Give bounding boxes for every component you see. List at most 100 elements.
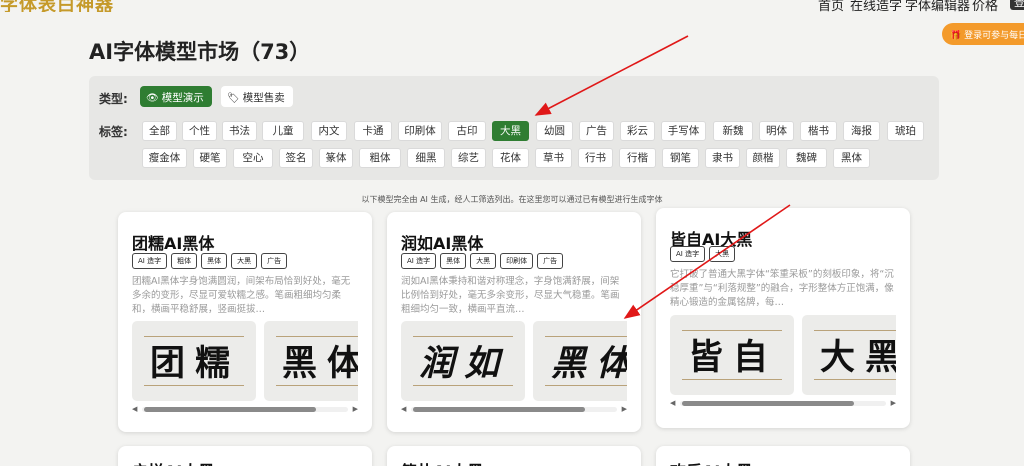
tag-chip[interactable]: 草书 bbox=[535, 148, 572, 168]
scroll-left-icon[interactable]: ◀ bbox=[132, 405, 137, 413]
type-model-demo[interactable]: 👁 模型演示 bbox=[140, 86, 212, 107]
tag-chip[interactable]: 明体 bbox=[759, 121, 794, 141]
card-badges: AI 造字 大黑 bbox=[670, 246, 739, 262]
card-title[interactable]: 欢乐AI大黑 bbox=[670, 458, 752, 466]
tag-chip[interactable]: 行楷 bbox=[619, 148, 656, 168]
divider bbox=[413, 385, 513, 386]
eye-icon: 👁 bbox=[146, 93, 159, 104]
card-title[interactable]: 润如AI黑体 bbox=[401, 230, 483, 254]
tag-chip[interactable]: 儿童 bbox=[262, 121, 304, 141]
type-model-sale[interactable]: 🏷 模型售卖 bbox=[221, 86, 293, 107]
scroll-left-icon[interactable]: ◀ bbox=[670, 399, 675, 407]
model-card-next-2[interactable]: 简朴AI大黑 bbox=[387, 446, 641, 466]
scroll-right-icon[interactable]: ▶ bbox=[353, 405, 358, 413]
card-badge: 黑体 bbox=[201, 253, 228, 269]
tag-chip[interactable]: 卡通 bbox=[354, 121, 392, 141]
tag-label: 标签: bbox=[99, 125, 128, 139]
preview-strip[interactable]: 皆自 大黑 bbox=[670, 315, 896, 395]
tag-chip[interactable]: 楷书 bbox=[800, 121, 837, 141]
tag-chip[interactable]: 书法 bbox=[222, 121, 257, 141]
preview-image[interactable]: 皆自 bbox=[670, 315, 794, 395]
tag-chip[interactable]: 篆体 bbox=[319, 148, 353, 168]
tag-chip[interactable]: 瘦金体 bbox=[142, 148, 187, 168]
tag-chip[interactable]: 琥珀 bbox=[887, 121, 924, 141]
preview-scrollbar[interactable]: ◀ ▶ bbox=[670, 398, 896, 408]
card-title[interactable]: 启悦AI大黑 bbox=[132, 458, 214, 466]
card-badge: AI 造字 bbox=[132, 253, 168, 269]
model-card-runru[interactable]: 润如AI黑体 AI 造字 黑体 大黑 印刷体 广告 润如AI黑体秉持和谐对称理念，字身饱… bbox=[387, 212, 641, 432]
tag-chip[interactable]: 广告 bbox=[579, 121, 614, 141]
tag-chip[interactable]: 魏碑 bbox=[786, 148, 827, 168]
card-badge: 广告 bbox=[261, 253, 288, 269]
tag-chip[interactable]: 手写体 bbox=[661, 121, 706, 141]
divider bbox=[682, 379, 782, 380]
card-description: 润如AI黑体秉持和谐对称理念，字身饱满舒展，间架比例恰到好处，毫无多余变形，尽显… bbox=[401, 276, 620, 315]
card-description: 它打破了普通大黑字体“笨重呆板”的刻板印象，将“沉稳厚重”与“利落规整”的融合，… bbox=[670, 269, 894, 308]
model-card-tuannuo[interactable]: 团糯AI黑体 AI 造字 粗体 黑体 大黑 广告 团糯AI黑体字身饱满圆润，间架布局恰到… bbox=[118, 212, 372, 432]
tag-chip[interactable]: 大黑 bbox=[492, 121, 529, 141]
preview-image[interactable]: 黑体 bbox=[533, 321, 627, 401]
divider bbox=[276, 385, 358, 386]
card-title[interactable]: 简朴AI大黑 bbox=[401, 458, 483, 466]
promo-badge[interactable]: 🎁 登录可参与每日 bbox=[942, 23, 1024, 45]
card-title[interactable]: 团糯AI黑体 bbox=[132, 230, 214, 254]
scroll-right-icon[interactable]: ▶ bbox=[891, 399, 896, 407]
tag-chip[interactable]: 印刷体 bbox=[398, 121, 442, 141]
scroll-thumb[interactable] bbox=[413, 407, 585, 412]
tag-chip[interactable]: 颜楷 bbox=[746, 148, 780, 168]
model-card-jieziai[interactable]: 皆自AI大黑 AI 造字 大黑 它打破了普通大黑字体“笨重呆板”的刻板印象，将“沉… bbox=[656, 208, 910, 428]
preview-scrollbar[interactable]: ◀ ▶ bbox=[401, 404, 627, 414]
preview-image[interactable]: 大黑 bbox=[802, 315, 896, 395]
model-card-next-3[interactable]: 欢乐AI大黑 bbox=[656, 446, 910, 466]
card-badge: 大黑 bbox=[231, 253, 258, 269]
tag-chip[interactable]: 空心 bbox=[233, 148, 273, 168]
divider bbox=[276, 336, 358, 337]
tag-chip[interactable]: 花体 bbox=[492, 148, 529, 168]
type-model-sale-label: 模型售卖 bbox=[242, 92, 285, 104]
card-badge: 印刷体 bbox=[500, 253, 534, 269]
tag-chip[interactable]: 签名 bbox=[279, 148, 313, 168]
tag-chip[interactable]: 综艺 bbox=[451, 148, 486, 168]
tag-chip[interactable]: 细黑 bbox=[407, 148, 445, 168]
login-button[interactable]: 登录 bbox=[1010, 0, 1024, 10]
card-badges: AI 造字 粗体 黑体 大黑 广告 bbox=[132, 253, 291, 269]
tag-chip[interactable]: 隶书 bbox=[705, 148, 740, 168]
divider bbox=[144, 385, 244, 386]
divider bbox=[814, 379, 896, 380]
model-card-next-1[interactable]: 启悦AI大黑 bbox=[118, 446, 372, 466]
tag-chip[interactable]: 粗体 bbox=[359, 148, 401, 168]
nav-online-create[interactable]: 在线造字 bbox=[850, 0, 902, 12]
preview-glyphs: 皆自 bbox=[688, 338, 779, 378]
promo-text: 登录可参与每日 bbox=[964, 31, 1024, 41]
preview-strip[interactable]: 团糯 黑体 bbox=[132, 321, 358, 401]
tag-chip[interactable]: 古印 bbox=[448, 121, 486, 141]
preview-strip[interactable]: 润如 黑体 bbox=[401, 321, 627, 401]
tag-chip[interactable]: 海报 bbox=[843, 121, 880, 141]
preview-image[interactable]: 团糯 bbox=[132, 321, 256, 401]
tag-chip[interactable]: 硬笔 bbox=[193, 148, 227, 168]
site-logo[interactable]: 字体表白神器 bbox=[0, 0, 114, 12]
tag-chip[interactable]: 幼圆 bbox=[536, 121, 573, 141]
tag-icon: 🏷 bbox=[227, 93, 240, 104]
preview-image[interactable]: 黑体 bbox=[264, 321, 358, 401]
preview-glyphs: 润如 bbox=[419, 344, 510, 384]
nav-font-editor[interactable]: 字体编辑器 bbox=[905, 0, 970, 12]
card-badge: 大黑 bbox=[470, 253, 497, 269]
preview-scrollbar[interactable]: ◀ ▶ bbox=[132, 404, 358, 414]
tag-chip[interactable]: 行书 bbox=[578, 148, 613, 168]
preview-image[interactable]: 润如 bbox=[401, 321, 525, 401]
nav-home[interactable]: 首页 bbox=[818, 0, 844, 12]
tag-chip[interactable]: 黑体 bbox=[833, 148, 870, 168]
preview-glyphs: 黑体 bbox=[282, 344, 358, 384]
scroll-thumb[interactable] bbox=[144, 407, 316, 412]
tag-chip[interactable]: 内文 bbox=[311, 121, 347, 141]
scroll-left-icon[interactable]: ◀ bbox=[401, 405, 406, 413]
scroll-right-icon[interactable]: ▶ bbox=[622, 405, 627, 413]
tag-chip[interactable]: 新魏 bbox=[713, 121, 753, 141]
tag-chip[interactable]: 全部 bbox=[142, 121, 177, 141]
scroll-thumb[interactable] bbox=[682, 401, 854, 406]
tag-chip[interactable]: 钢笔 bbox=[662, 148, 699, 168]
nav-pricing[interactable]: 价格 bbox=[972, 0, 998, 12]
tag-chip[interactable]: 个性 bbox=[182, 121, 217, 141]
tag-chip[interactable]: 彩云 bbox=[620, 121, 655, 141]
